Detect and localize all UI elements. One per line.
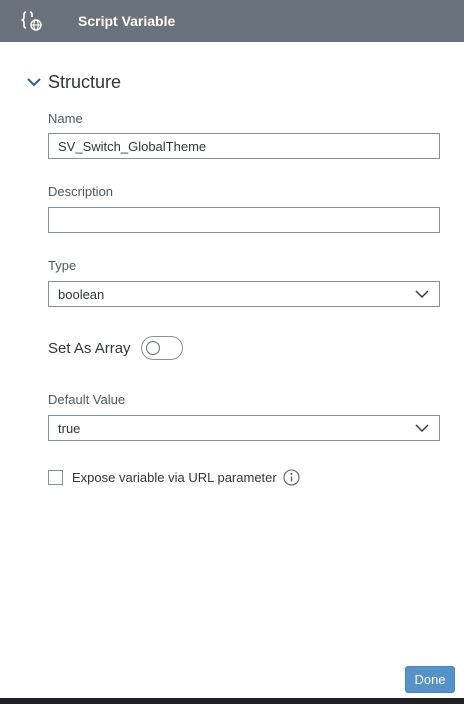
section-title: Structure xyxy=(48,71,122,92)
done-button[interactable]: Done xyxy=(405,666,455,693)
type-select[interactable]: boolean xyxy=(48,281,440,307)
chevron-down-icon xyxy=(415,424,429,432)
default-value-select[interactable]: true xyxy=(48,415,440,441)
type-label: Type xyxy=(48,258,77,273)
info-icon[interactable] xyxy=(283,468,300,486)
name-label: Name xyxy=(48,111,83,126)
default-value-label: Default Value xyxy=(48,392,126,407)
description-label: Description xyxy=(48,184,114,199)
default-value-select-value: true xyxy=(58,420,81,436)
chevron-down-icon xyxy=(415,290,429,298)
bottom-edge xyxy=(0,698,464,704)
expose-url-row: Expose variable via URL parameter xyxy=(48,468,300,486)
panel-header: Script Variable xyxy=(0,0,464,42)
set-as-array-label: Set As Array xyxy=(48,339,131,357)
set-as-array-row: Set As Array xyxy=(48,334,183,362)
expose-url-label: Expose variable via URL parameter xyxy=(72,469,277,485)
description-input[interactable] xyxy=(48,207,440,233)
structure-section-toggle[interactable]: Structure xyxy=(26,70,121,94)
name-input[interactable] xyxy=(48,133,440,159)
expose-url-checkbox[interactable] xyxy=(48,469,63,485)
script-variable-icon xyxy=(21,11,42,31)
chevron-down-icon xyxy=(27,78,41,87)
panel-title: Script Variable xyxy=(78,13,176,29)
switch-knob xyxy=(145,341,160,355)
type-select-value: boolean xyxy=(58,286,105,302)
set-as-array-switch[interactable] xyxy=(140,336,183,360)
